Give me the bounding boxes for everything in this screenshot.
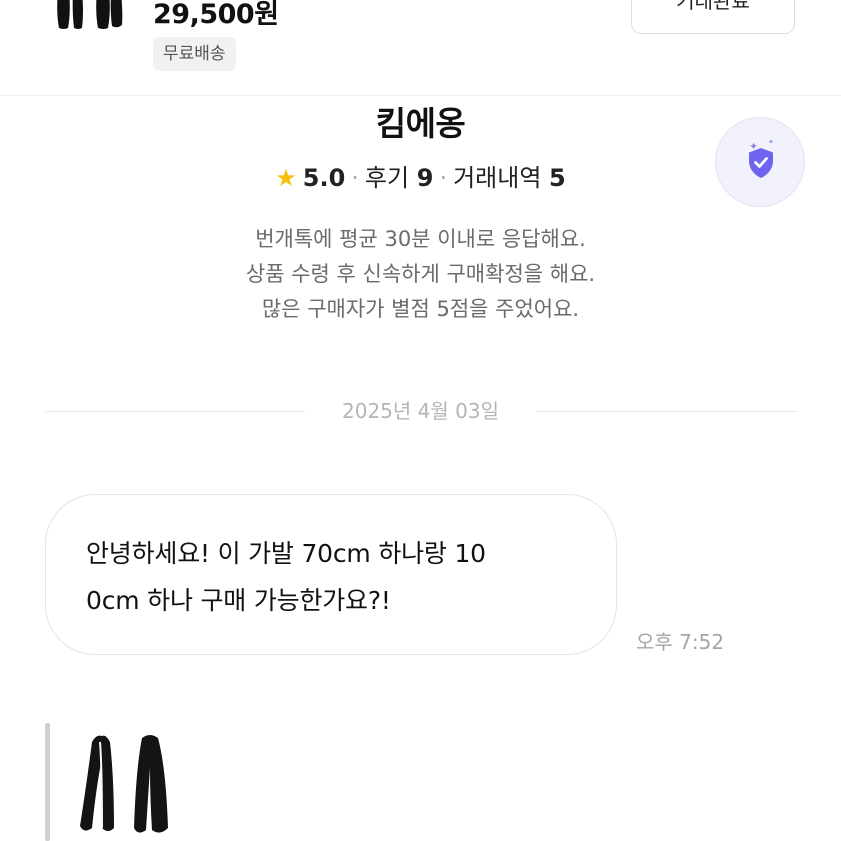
seller-response-info: 번개톡에 평균 30분 이내로 응답해요. 상품 수령 후 신속하게 구매확정을…	[0, 222, 841, 327]
date-separator: 2025년 4월 03일	[45, 396, 796, 426]
trade-history-label[interactable]: 거래내역	[453, 164, 541, 192]
star-icon: ★	[275, 164, 297, 192]
review-count: 9	[416, 164, 434, 192]
review-label[interactable]: 후기	[365, 164, 409, 192]
info-line: 상품 수령 후 신속하게 구매확정을 해요.	[245, 262, 596, 286]
message-timestamp: 오후 7:52	[636, 630, 725, 654]
product-thumbnail[interactable]	[52, 0, 126, 30]
info-line: 많은 구매자가 별점 5점을 주었어요.	[261, 297, 580, 321]
seller-rating: 5.0	[302, 164, 346, 192]
divider-line	[536, 411, 796, 412]
trade-status-button[interactable]: 거래완료	[631, 0, 795, 34]
separator-dot: ·	[439, 164, 448, 192]
shield-check-icon	[749, 148, 773, 178]
trade-history-count: 5	[549, 164, 566, 192]
separator-dot: ·	[351, 164, 359, 192]
seller-name[interactable]: 킴에옹	[0, 97, 841, 145]
product-price: 29,500원	[153, 0, 279, 30]
info-line: 번개톡에 평균 30분 이내로 응답해요.	[255, 227, 586, 251]
message-line: 안녕하세요! 이 가발 70cm 하나랑 10	[86, 539, 486, 568]
chat-message-bubble[interactable]: 안녕하세요! 이 가발 70cm 하나랑 10 0cm 하나 구매 가능한가요?…	[45, 494, 617, 655]
sparkle-icon: ✦	[768, 138, 774, 146]
message-text: 안녕하세요! 이 가발 70cm 하나랑 10 0cm 하나 구매 가능한가요?…	[86, 530, 586, 624]
quote-bar	[45, 723, 50, 841]
free-shipping-badge: 무료배송	[153, 37, 236, 71]
safe-trade-badge-button[interactable]: ✦ ✦	[715, 117, 805, 207]
wig-product-image[interactable]	[72, 728, 182, 838]
message-line: 0cm 하나 구매 가능한가요?!	[86, 586, 391, 615]
product-header: 29,500원 무료배송 거래완료	[0, 0, 841, 96]
